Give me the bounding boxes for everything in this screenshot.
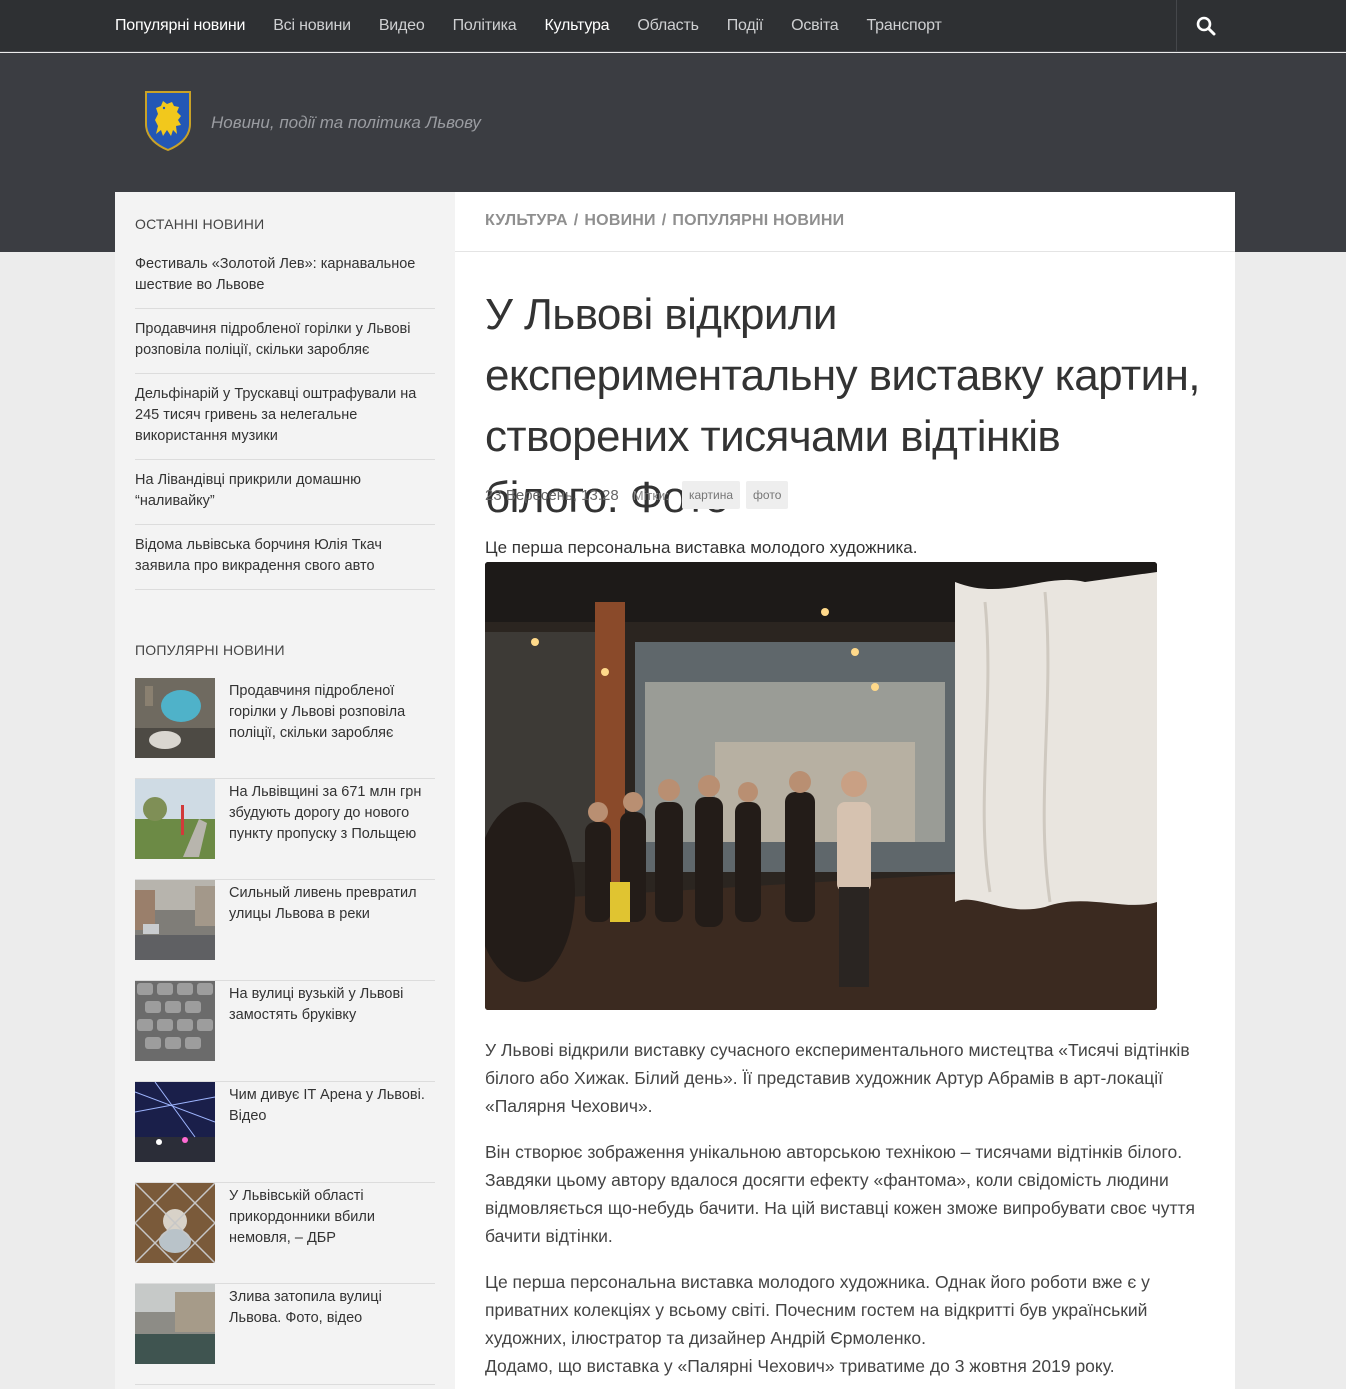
nav-item-events[interactable]: Події: [727, 17, 764, 35]
latest-news-list: Фестиваль «Золотой Лев»: карнавальное ше…: [135, 244, 435, 590]
article-photo[interactable]: [485, 562, 1157, 1010]
news-thumbnail[interactable]: [135, 678, 215, 758]
main-menu: Популярні новини Всі новини Видео Політи…: [115, 0, 970, 52]
article-paragraph: Це перша персональна виставка молодого х…: [485, 1272, 1150, 1348]
popular-news-link[interactable]: На вулиці вузькій у Львові замостять бру…: [229, 984, 435, 1026]
search-area: [1176, 0, 1346, 52]
nav-item-region[interactable]: Область: [637, 17, 699, 35]
popular-news-link[interactable]: На Львівщині за 671 млн грн збудують дор…: [229, 782, 435, 845]
nav-item-all-news[interactable]: Всі новини: [273, 17, 351, 35]
list-item: У Львівській області прикордонники вбили…: [135, 1183, 435, 1284]
nav-item-popular[interactable]: Популярні новини: [115, 17, 245, 35]
breadcrumb-popular[interactable]: Популярні новини: [672, 212, 844, 229]
article-date: 23 Вересень, 13:28: [485, 486, 619, 504]
list-item: Дельфінарій у Трускавці оштрафували на 2…: [135, 374, 435, 460]
latest-news-link[interactable]: Продавчиня підробленої горілки у Львові …: [135, 319, 435, 361]
tag-link[interactable]: фото: [746, 481, 789, 509]
article-paragraph: У Львові відкрили виставку сучасного екс…: [485, 1040, 1190, 1116]
latest-news-link[interactable]: На Лівандівці прикрили домашню “наливайк…: [135, 470, 435, 512]
list-item: Продавчиня підробленої горілки у Львові …: [135, 309, 435, 374]
article-body: У Львові відкрили виставку сучасного екс…: [485, 1036, 1205, 1380]
site-tagline: Новини, події та політика Львову: [211, 113, 481, 132]
news-thumbnail[interactable]: [135, 981, 215, 1061]
list-item: Фестиваль «Золотой Лев»: карнавальное ше…: [135, 244, 435, 309]
nav-item-education[interactable]: Освіта: [791, 17, 839, 35]
latest-news-link[interactable]: Дельфінарій у Трускавці оштрафували на 2…: [135, 384, 435, 447]
latest-news-link[interactable]: Відома львівська борчиня Юлія Ткач заяви…: [135, 535, 435, 577]
article-main: Культура / Новини / Популярні новини У Львов…: [455, 192, 1235, 1389]
tag-link[interactable]: картина: [681, 481, 741, 509]
breadcrumb-separator: /: [661, 212, 667, 229]
news-thumbnail[interactable]: [135, 1082, 215, 1162]
popular-news-link[interactable]: Продавчиня підробленої горілки у Львові …: [229, 681, 435, 744]
list-item: Сильный ливень превратил улицы Львова в …: [135, 880, 435, 981]
sidebar: Останні новини Фестиваль «Золотой Лев»: …: [115, 192, 455, 1389]
article-paragraph: Додамо, що виставка у «Палярні Чехович» …: [485, 1356, 1115, 1376]
latest-news-link[interactable]: Фестиваль «Золотой Лев»: карнавальное ше…: [135, 254, 435, 296]
breadcrumb-culture[interactable]: Культура: [485, 212, 568, 229]
nav-item-culture[interactable]: Культура: [544, 17, 609, 35]
popular-news-link[interactable]: У Львівській області прикордонники вбили…: [229, 1186, 435, 1249]
nav-item-politics[interactable]: Політика: [453, 17, 517, 35]
nav-item-transport[interactable]: Транспорт: [867, 17, 942, 35]
popular-news-link[interactable]: Злива затопила вулиці Львова. Фото, віде…: [229, 1287, 435, 1329]
popular-news-list: Продавчиня підробленої горілки у Львові …: [135, 678, 435, 1385]
list-item: На вулиці вузькій у Львові замостять бру…: [135, 981, 435, 1082]
search-icon[interactable]: [1196, 16, 1216, 36]
article-meta: 23 Вересень, 13:28 Мітки: картина фото: [485, 480, 794, 510]
breadcrumb: Культура / Новини / Популярні новини: [455, 192, 1235, 252]
nav-item-video[interactable]: Видео: [379, 17, 425, 35]
tags-label: Мітки:: [632, 487, 669, 503]
list-item: Чим дивує IT Арена у Львові. Відео: [135, 1082, 435, 1183]
latest-news-title: Останні новини: [135, 216, 265, 232]
article-paragraph: Він створює зображення унікальною авторс…: [485, 1142, 1195, 1246]
breadcrumb-news[interactable]: Новини: [584, 212, 655, 229]
lion-coat-of-arms-icon[interactable]: [144, 90, 192, 152]
article-lead: Це перша персональна виставка молодого х…: [485, 538, 918, 557]
list-item: Злива затопила вулиці Львова. Фото, віде…: [135, 1284, 435, 1385]
news-thumbnail[interactable]: [135, 1183, 215, 1263]
news-thumbnail[interactable]: [135, 779, 215, 859]
list-item: На Львівщині за 671 млн грн збудують дор…: [135, 779, 435, 880]
news-thumbnail[interactable]: [135, 1284, 215, 1364]
popular-news-link[interactable]: Сильный ливень превратил улицы Львова в …: [229, 883, 435, 925]
popular-news-title: Популярні новини: [135, 642, 285, 658]
list-item: Відома львівська борчиня Юлія Ткач заяви…: [135, 525, 435, 590]
popular-news-link[interactable]: Чим дивує IT Арена у Львові. Відео: [229, 1085, 435, 1127]
top-navigation: Популярні новини Всі новини Видео Політи…: [0, 0, 1346, 52]
list-item: На Лівандівці прикрили домашню “наливайк…: [135, 460, 435, 525]
news-thumbnail[interactable]: [135, 880, 215, 960]
list-item: Продавчиня підробленої горілки у Львові …: [135, 678, 435, 779]
breadcrumb-separator: /: [573, 212, 579, 229]
